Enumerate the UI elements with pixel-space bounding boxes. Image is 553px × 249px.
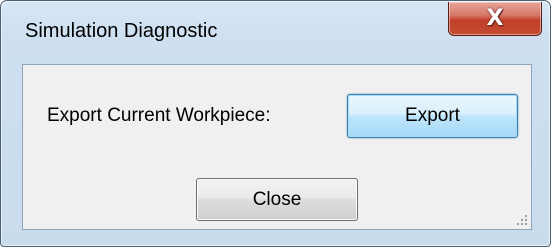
- title-bar[interactable]: Simulation Diagnostic X: [1, 1, 550, 63]
- close-icon: X: [486, 5, 504, 31]
- export-label: Export Current Workpiece:: [47, 105, 271, 126]
- export-button[interactable]: Export: [347, 94, 518, 138]
- window-close-button[interactable]: X: [448, 2, 542, 36]
- dialog-content: Export Current Workpiece: Export Close: [22, 64, 532, 230]
- close-button[interactable]: Close: [196, 178, 358, 221]
- dialog-window: Simulation Diagnostic X Export Current W…: [0, 0, 551, 247]
- resize-grip-icon[interactable]: [515, 213, 527, 225]
- window-title: Simulation Diagnostic: [25, 20, 218, 42]
